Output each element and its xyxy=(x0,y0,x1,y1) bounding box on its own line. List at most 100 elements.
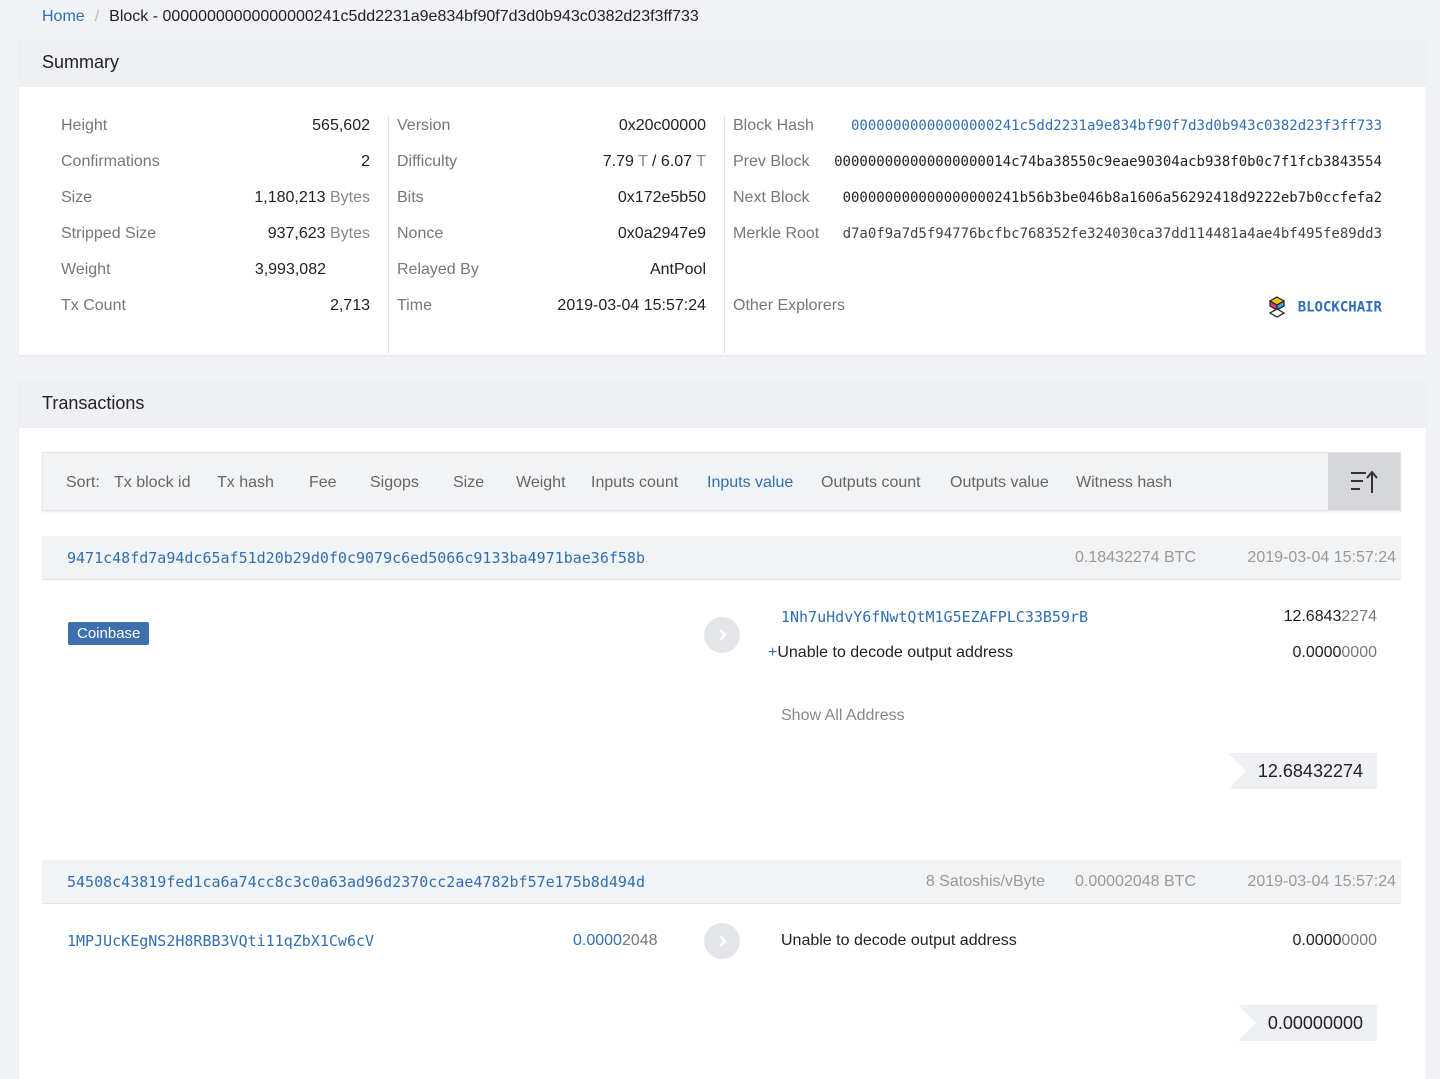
expand-plus-icon[interactable]: + xyxy=(768,644,777,661)
summary-value: 937,623 Bytes xyxy=(267,225,370,242)
breadcrumb: Home / Block - 00000000000000000241c5dd223… xyxy=(42,8,699,26)
input-amount: 0.00002048 xyxy=(573,932,658,949)
summary-label: Size xyxy=(61,189,93,206)
breadcrumb-separator: / xyxy=(94,8,100,25)
output-undecoded: +Unable to decode output address xyxy=(768,644,1014,661)
summary-value: 3,993,082 xyxy=(254,261,326,278)
merkle-root-value: d7a0f9a7d5f94776bcfbc768352fe324030ca37d… xyxy=(842,226,1382,242)
summary-label: Relayed By xyxy=(397,261,479,278)
tx-total-tag: 0.00000000 xyxy=(1237,1005,1377,1041)
summary-row-bits: Bits 0x172e5b50 xyxy=(397,180,706,216)
blockchair-link[interactable]: BLOCKCHAIR xyxy=(1268,288,1382,325)
breadcrumb-current: Block - 00000000000000000241c5dd2231a9e8… xyxy=(109,8,699,25)
summary-row-time: Time 2019-03-04 15:57:24 xyxy=(397,288,706,324)
summary-label: Merkle Root xyxy=(733,225,820,242)
summary-row-difficulty: Difficulty 7.79 T / 6.07 T xyxy=(397,144,706,180)
sort-tx-hash[interactable]: Tx hash xyxy=(217,453,274,512)
input-address-link[interactable]: 1MPJUcKEgNS2H8RBB3VQti11qZbX1Cw6cV xyxy=(67,932,374,950)
summary-value: 2019-03-04 15:57:24 xyxy=(557,297,706,314)
tx-header: 54508c43819fed1ca6a74cc8c3c0a63ad96d2370… xyxy=(42,860,1401,904)
sort-size[interactable]: Size xyxy=(453,453,484,512)
summary-column-2: Version 0x20c00000 Difficulty 7.79 T / 6… xyxy=(397,108,706,324)
summary-label: Bits xyxy=(397,189,424,206)
summary-row-block-hash: Block Hash 00000000000000000241c5dd2231a… xyxy=(733,108,1382,144)
sort-ascending-icon xyxy=(1351,469,1378,493)
summary-value: 0x0a2947e9 xyxy=(617,225,706,242)
summary-row-confirmations: Confirmations 2 xyxy=(61,144,370,180)
sort-witness-hash[interactable]: Witness hash xyxy=(1076,453,1172,512)
summary-label: Confirmations xyxy=(61,153,160,170)
summary-label: Nonce xyxy=(397,225,444,242)
summary-row-other-explorers: Other Explorers BLOCKCHAIR xyxy=(733,288,1382,324)
tx-hash-link[interactable]: 9471c48fd7a94dc65af51d20b29d0f0c9079c6ed… xyxy=(67,536,645,580)
summary-label: Time xyxy=(397,297,432,314)
breadcrumb-home-link[interactable]: Home xyxy=(42,8,85,25)
block-hash-value: 00000000000000000241c5dd2231a9e834bf90f7… xyxy=(850,118,1382,134)
sort-weight[interactable]: Weight xyxy=(516,453,566,512)
summary-row-next-block: Next Block 000000000000000000241b56b3be0… xyxy=(733,180,1382,216)
sort-inputs-count[interactable]: Inputs count xyxy=(591,453,678,512)
summary-value: 565,602 xyxy=(312,117,370,134)
summary-row-merkle-root: Merkle Root d7a0f9a7d5f94776bcfbc768352f… xyxy=(733,216,1382,252)
sort-tx-block-id[interactable]: Tx block id xyxy=(114,453,190,512)
summary-value: 1,180,213 Bytes xyxy=(254,189,370,206)
relayed-by-link[interactable]: AntPool xyxy=(650,252,706,288)
summary-row-empty xyxy=(733,252,1382,288)
tx-time: 2019-03-04 15:57:24 xyxy=(1247,549,1396,566)
tx-fee-rate: 8 Satoshis/vByte xyxy=(925,873,1045,890)
summary-label: Next Block xyxy=(733,189,810,206)
summary-label: Tx Count xyxy=(61,297,126,314)
summary-column-3: Block Hash 00000000000000000241c5dd2231a… xyxy=(733,108,1382,324)
tx-hash-link[interactable]: 54508c43819fed1ca6a74cc8c3c0a63ad96d2370… xyxy=(67,860,645,904)
summary-value: 7.79 T / 6.07 T xyxy=(602,153,706,170)
summary-title: Summary xyxy=(19,38,1426,87)
summary-value: 2 xyxy=(361,153,370,170)
summary-row-weight: Weight 3,993,082 xyxy=(61,252,370,288)
sort-label: Sort: xyxy=(66,474,100,491)
next-block-link[interactable]: 000000000000000000241b56b3be046b8a1606a5… xyxy=(843,180,1382,216)
show-all-address-link[interactable]: Show All Address xyxy=(781,707,905,725)
summary-column-1: Height 565,602 Confirmations 2 Size 1,18… xyxy=(61,108,370,324)
tx-arrow-icon xyxy=(704,923,740,959)
summary-label: Prev Block xyxy=(733,153,810,170)
output-amount: 0.00000000 xyxy=(1292,644,1377,661)
summary-label: Difficulty xyxy=(397,153,458,170)
summary-value: 0x172e5b50 xyxy=(617,189,706,206)
sort-outputs-value[interactable]: Outputs value xyxy=(950,453,1049,512)
transactions-title: Transactions xyxy=(19,379,1426,428)
sort-fee[interactable]: Fee xyxy=(309,453,337,512)
summary-row-version: Version 0x20c00000 xyxy=(397,108,706,144)
summary-row-height: Height 565,602 xyxy=(61,108,370,144)
prev-block-link[interactable]: 000000000000000000014c74ba38550c9eae9030… xyxy=(834,144,1382,180)
column-divider xyxy=(388,116,389,354)
summary-value: 2,713 xyxy=(329,297,370,314)
blockchair-logo-icon xyxy=(1268,296,1285,318)
summary-label: Weight xyxy=(61,261,111,278)
output-undecoded: Unable to decode output address xyxy=(781,932,1017,949)
coinbase-badge: Coinbase xyxy=(68,622,150,645)
summary-row-relayed-by: Relayed By AntPool xyxy=(397,252,706,288)
sort-outputs-count[interactable]: Outputs count xyxy=(821,453,921,512)
output-amount: 12.68432274 xyxy=(1283,608,1377,625)
tx-total-tag: 12.68432274 xyxy=(1227,753,1377,789)
tx-amount: 0.00002048 BTC xyxy=(1075,873,1196,890)
summary-label: Other Explorers xyxy=(733,297,846,314)
summary-label: Block Hash xyxy=(733,117,814,134)
summary-row-nonce: Nonce 0x0a2947e9 xyxy=(397,216,706,252)
summary-row-prev-block: Prev Block 000000000000000000014c74ba385… xyxy=(733,144,1382,180)
sort-bar: Sort: Tx block id Tx hash Fee Sigops Siz… xyxy=(42,452,1401,511)
tx-amount: 0.18432274 BTC xyxy=(1075,549,1196,566)
output-address-link[interactable]: 1Nh7uHdvY6fNwtQtM1G5EZAFPLC33B59rB xyxy=(781,608,1088,626)
tx-arrow-icon xyxy=(704,617,740,653)
summary-row-stripped-size: Stripped Size 937,623 Bytes xyxy=(61,216,370,252)
tx-header: 9471c48fd7a94dc65af51d20b29d0f0c9079c6ed… xyxy=(42,536,1401,580)
summary-label: Stripped Size xyxy=(61,225,157,242)
sort-sigops[interactable]: Sigops xyxy=(370,453,419,512)
summary-value: 0x20c00000 xyxy=(618,117,706,134)
sort-order-button[interactable] xyxy=(1328,453,1400,510)
summary-label: Height xyxy=(61,117,108,134)
sort-inputs-value[interactable]: Inputs value xyxy=(707,453,793,512)
output-amount: 0.00000000 xyxy=(1292,932,1377,949)
summary-row-size: Size 1,180,213 Bytes xyxy=(61,180,370,216)
summary-panel: Summary Height 565,602 Confirmations 2 S… xyxy=(19,38,1426,355)
